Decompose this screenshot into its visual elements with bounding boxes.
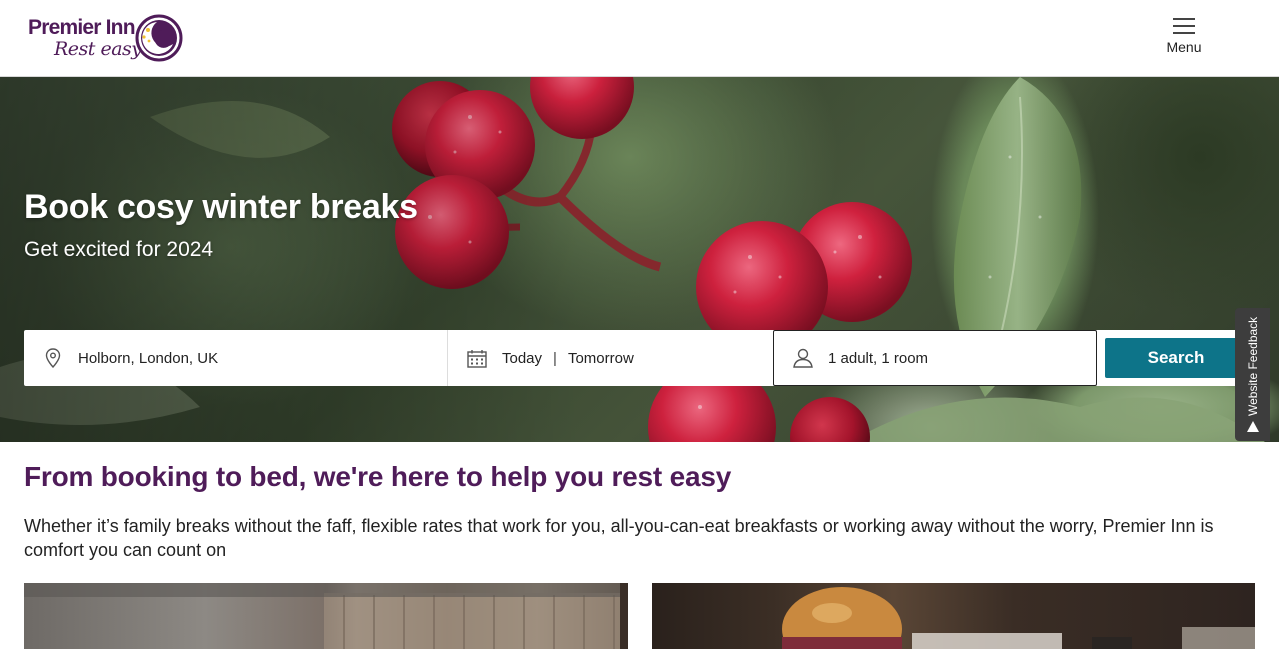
menu-button[interactable]: Menu [1158, 14, 1210, 64]
location-value: Holborn, London, UK [78, 349, 219, 367]
guests-value: 1 adult, 1 room [828, 349, 929, 367]
search-button[interactable]: Search [1105, 338, 1247, 378]
moon-logo-icon [135, 14, 183, 62]
feedback-label: Website Feedback [1246, 316, 1260, 416]
hero-banner: Book cosy winter breaks Get excited for … [0, 77, 1279, 442]
site-header: Premier Inn Rest easy Menu [0, 0, 1279, 77]
menu-label: Menu [1166, 39, 1202, 55]
arrow-up-icon [1247, 421, 1259, 432]
hotel-room-image[interactable] [24, 583, 628, 649]
logo-tagline: Rest easy [54, 38, 142, 60]
map-pin-icon [42, 347, 64, 369]
website-feedback-tab[interactable]: Website Feedback [1235, 308, 1270, 441]
dates-field[interactable]: Today | Tomorrow [448, 330, 773, 386]
intro-heading: From booking to bed, we're here to help … [24, 461, 732, 492]
hero-subtitle: Get excited for 2024 [24, 238, 214, 261]
burger-illustration [782, 587, 1255, 649]
logo-title: Premier Inn [28, 16, 136, 39]
hero-title: Book cosy winter breaks [24, 188, 418, 226]
hotel-room-illustration [24, 583, 628, 649]
booking-search-bar: Holborn, London, UK Today | Tomorrow 1 a… [24, 330, 1255, 386]
location-field[interactable]: Holborn, London, UK [24, 330, 448, 386]
checkin-date: Today [502, 349, 543, 367]
hamburger-icon [1173, 18, 1195, 34]
checkout-date: Tomorrow [567, 349, 634, 367]
premier-inn-logo[interactable]: Premier Inn Rest easy [28, 14, 188, 64]
intro-body: Whether it’s family breaks without the f… [24, 516, 1214, 560]
date-separator: | [553, 349, 557, 367]
breakfast-burger-image[interactable] [652, 583, 1255, 649]
person-icon [792, 347, 814, 369]
guests-field[interactable]: 1 adult, 1 room [773, 330, 1097, 386]
calendar-icon [466, 347, 488, 369]
